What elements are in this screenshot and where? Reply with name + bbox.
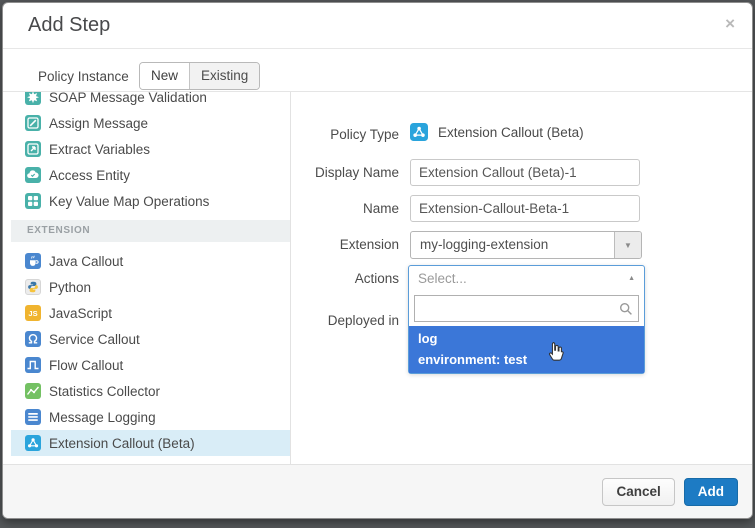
actions-option-log[interactable]: log <box>409 326 644 349</box>
close-icon[interactable]: × <box>725 15 735 32</box>
sidebar-item-label: Extract Variables <box>49 142 150 157</box>
message-logging-icon <box>25 409 41 425</box>
sidebar-item-access-entity[interactable]: Access Entity <box>11 162 290 188</box>
flow-callout-icon <box>25 357 41 373</box>
sidebar-item-label: Message Logging <box>49 410 156 425</box>
add-button[interactable]: Add <box>684 478 738 506</box>
sidebar-item-extract-variables[interactable]: Extract Variables <box>11 136 290 162</box>
sidebar-item-label: Assign Message <box>49 116 148 131</box>
form-panel: Policy Type Extension Callout (Beta) Dis… <box>291 92 752 464</box>
sidebar-item-soap-message-validation[interactable]: SOAP Message Validation <box>11 92 290 110</box>
extension-select-value: my-logging-extension <box>420 232 548 258</box>
sidebar-item-label: Statistics Collector <box>49 384 160 399</box>
actions-search-input[interactable] <box>414 295 639 322</box>
key-value-map-operations-icon <box>25 193 41 209</box>
chevron-down-icon[interactable]: ▼ <box>614 232 641 258</box>
sidebar-item-javascript[interactable]: JS JavaScript <box>11 300 290 326</box>
actions-option-environment-test[interactable]: environment: test <box>409 349 644 373</box>
toggle-existing-button[interactable]: Existing <box>189 63 259 89</box>
actions-placeholder: Select... <box>418 266 467 292</box>
sidebar-item-label: Java Callout <box>49 254 123 269</box>
statistics-collector-icon <box>25 383 41 399</box>
sidebar-item-statistics-collector[interactable]: Statistics Collector <box>11 378 290 404</box>
sidebar-item-flow-callout[interactable]: Flow Callout <box>11 352 290 378</box>
service-callout-icon <box>25 331 41 347</box>
assign-message-icon <box>25 115 41 131</box>
sidebar-item-service-callout[interactable]: Service Callout <box>11 326 290 352</box>
actions-dropdown: Select... ▲ logenvironment: test <box>408 265 645 374</box>
sidebar-item-label: Extension Callout (Beta) <box>49 436 195 451</box>
display-name-input[interactable] <box>410 159 640 186</box>
sidebar-item-label: Python <box>49 280 91 295</box>
actions-option-list: logenvironment: test <box>409 326 644 373</box>
sidebar-section-header: EXTENSION <box>11 220 290 242</box>
deployed-in-label: Deployed in <box>291 311 399 331</box>
sidebar-item-label: Service Callout <box>49 332 140 347</box>
policy-instance-label: Policy Instance <box>38 64 129 90</box>
javascript-icon: JS <box>25 305 41 321</box>
extension-label: Extension <box>291 235 399 255</box>
sidebar-item-java-callout[interactable]: Java Callout <box>11 248 290 274</box>
access-entity-icon <box>25 167 41 183</box>
name-label: Name <box>291 199 399 219</box>
add-step-modal: Add Step × Policy Instance New Existing … <box>2 2 753 519</box>
toggle-new-button[interactable]: New <box>140 63 189 89</box>
display-name-label: Display Name <box>291 163 399 183</box>
actions-select[interactable]: Select... ▲ <box>409 266 644 292</box>
java-callout-icon <box>25 253 41 269</box>
policy-list: SOAP Message Validation Assign Message Ext… <box>11 92 290 464</box>
modal-title: Add Step <box>28 3 110 48</box>
sidebar-item-key-value-map-operations[interactable]: Key Value Map Operations <box>11 188 290 214</box>
sidebar-item-label: Flow Callout <box>49 358 123 373</box>
chevron-up-icon: ▲ <box>628 266 635 292</box>
sidebar-item-label: Access Entity <box>49 168 130 183</box>
sidebar-item-label: Key Value Map Operations <box>49 194 209 209</box>
sidebar-item-label: SOAP Message Validation <box>49 92 207 105</box>
soap-message-validation-icon <box>25 92 41 105</box>
name-input[interactable] <box>410 195 640 222</box>
cancel-button[interactable]: Cancel <box>602 478 674 506</box>
policy-type-text: Extension Callout (Beta) <box>438 125 584 140</box>
sidebar-item-python[interactable]: Python <box>11 274 290 300</box>
sidebar-item-extension-callout-beta[interactable]: Extension Callout (Beta) <box>11 430 290 456</box>
sidebar-item-label: JavaScript <box>49 306 112 321</box>
extension-callout-icon <box>25 435 41 451</box>
extension-callout-icon <box>410 123 428 141</box>
extension-select[interactable]: my-logging-extension ▼ <box>410 231 642 259</box>
policy-type-value: Extension Callout (Beta) <box>410 123 584 141</box>
python-icon <box>25 279 41 295</box>
sidebar-item-message-logging[interactable]: Message Logging <box>11 404 290 430</box>
search-icon <box>619 302 633 321</box>
actions-label: Actions <box>291 269 399 289</box>
policy-instance-toggle: New Existing <box>139 62 260 90</box>
sidebar-item-assign-message[interactable]: Assign Message <box>11 110 290 136</box>
modal-content: SOAP Message Validation Assign Message Ext… <box>3 91 752 464</box>
policy-type-label: Policy Type <box>291 125 399 145</box>
modal-footer: Cancel Add <box>3 464 752 518</box>
extract-variables-icon <box>25 141 41 157</box>
modal-header: Add Step × <box>3 3 752 49</box>
